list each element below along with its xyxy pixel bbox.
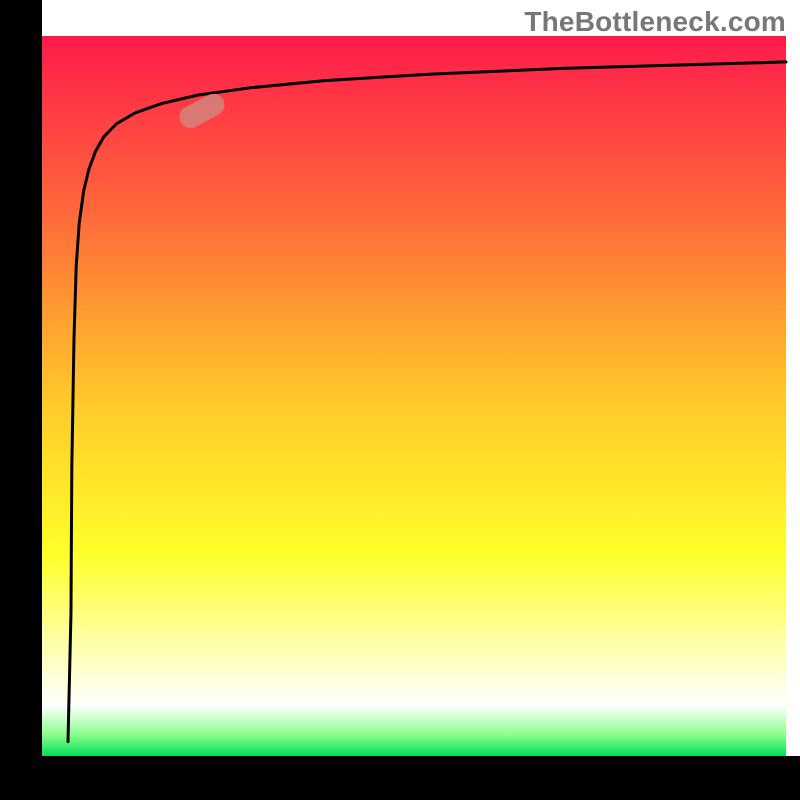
x-axis <box>0 756 800 800</box>
chart-container: TheBottleneck.com <box>0 0 800 800</box>
watermark-text: TheBottleneck.com <box>524 6 786 38</box>
bottleneck-chart <box>0 0 800 800</box>
plot-background <box>42 36 786 756</box>
y-axis <box>0 0 42 800</box>
